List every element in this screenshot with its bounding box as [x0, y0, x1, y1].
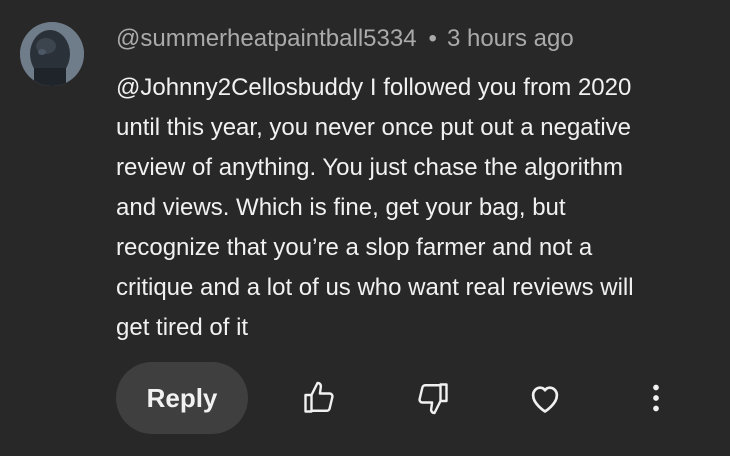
comment-line: recognize that you’re a slop farmer and …	[116, 234, 593, 261]
comment-meta: @summerheatpaintball5334 • 3 hours ago	[116, 24, 574, 54]
comment-timestamp[interactable]: 3 hours ago	[447, 25, 574, 52]
comment-line: and views. Which is fine, get your bag, …	[116, 194, 566, 221]
dislike-button[interactable]	[411, 376, 455, 420]
like-button[interactable]	[297, 376, 341, 420]
thumbs-down-icon	[418, 383, 448, 415]
author-name[interactable]: @summerheatpaintball5334	[116, 25, 417, 52]
comment-line: get tired of it	[116, 314, 249, 341]
avatar[interactable]	[20, 22, 84, 86]
heart-button[interactable]	[523, 376, 567, 420]
thumbs-up-icon	[304, 381, 334, 413]
meta-separator: •	[428, 25, 437, 52]
comment-actions: Reply	[116, 362, 696, 434]
comment-line: @Johnny2Cellosbuddy I followed you from …	[116, 74, 632, 101]
avatar-image	[20, 22, 84, 86]
comment-line: critique and a lot of us who want real r…	[116, 274, 634, 301]
more-options-button[interactable]	[634, 376, 678, 420]
heart-icon	[531, 386, 559, 413]
reply-button[interactable]: Reply	[116, 362, 248, 434]
comment-line: review of anything. You just chase the a…	[116, 154, 623, 181]
comment-line: until this year, you never once put out …	[116, 114, 632, 141]
more-vertical-icon	[653, 384, 659, 412]
comment-text: @Johnny2Cellosbuddy I followed you from …	[116, 68, 696, 348]
